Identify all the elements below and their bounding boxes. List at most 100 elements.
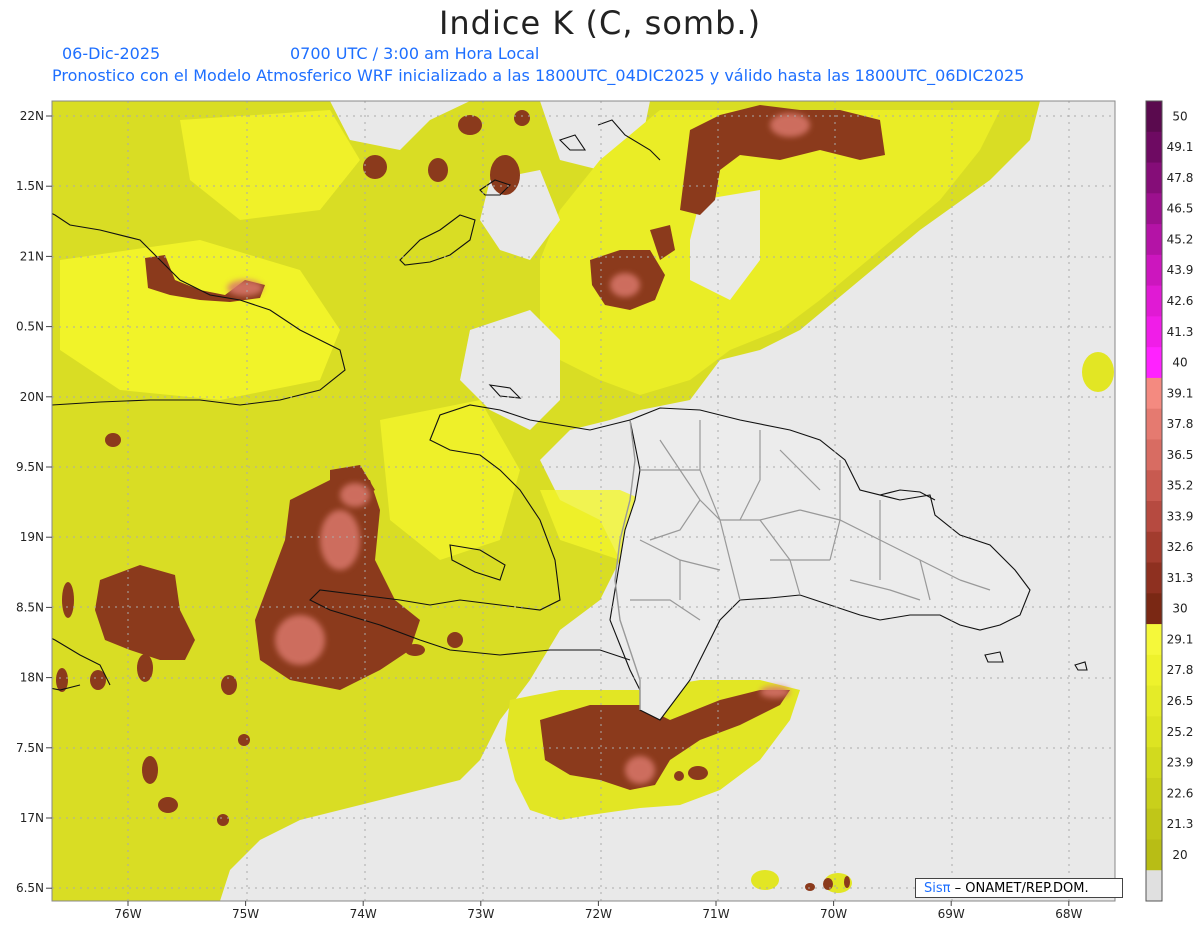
legend-label: 42.6 <box>1167 294 1194 308</box>
lon-label: 68W <box>1055 907 1082 921</box>
brown-spot-14 <box>238 734 250 746</box>
salmon-haiti-1 <box>320 510 360 570</box>
lon-label: 75W <box>232 907 259 921</box>
legend-label: 27.8 <box>1167 663 1194 677</box>
brown-spot-5 <box>514 110 530 126</box>
lat-label: 22N <box>20 109 44 123</box>
legend-swatch <box>1146 470 1162 502</box>
lat-label: 6.5N <box>16 881 44 895</box>
credit-brand: Sisπ <box>924 881 951 896</box>
lat-label: 18N <box>20 671 44 685</box>
brown-spot-16 <box>447 632 463 648</box>
brown-spot-18 <box>688 766 708 780</box>
legend-label: 23.9 <box>1167 756 1194 770</box>
brown-spot-2 <box>458 115 482 135</box>
brown-spot-15 <box>217 814 229 826</box>
legend-label: 26.5 <box>1167 694 1194 708</box>
legend-swatch <box>1146 531 1162 564</box>
legend-swatch <box>1146 870 1162 902</box>
legend-label: 35.2 <box>1167 479 1194 493</box>
lon-label: 71W <box>702 907 729 921</box>
legend-label: 50 <box>1172 109 1187 123</box>
legend-swatch <box>1146 716 1162 748</box>
yellow-spot-se-3 <box>1082 352 1114 392</box>
lat-label: 17N <box>20 811 44 825</box>
lon-label: 69W <box>938 907 965 921</box>
legend-swatch <box>1146 408 1162 440</box>
credit-text: – ONAMET/REP.DOM. <box>954 881 1089 896</box>
salmon-haiti-2 <box>275 615 325 665</box>
lat-label: 8.5N <box>16 600 44 614</box>
legend-swatch <box>1146 193 1162 225</box>
legend-swatch <box>1146 131 1162 164</box>
legend-label: 33.9 <box>1167 509 1194 523</box>
credit-box: Sisπ – ONAMET/REP.DOM. <box>915 878 1123 898</box>
salmon-ne-2 <box>610 273 640 297</box>
legend-label: 31.3 <box>1167 571 1194 585</box>
brown-spot-6 <box>105 433 121 447</box>
brown-spot-20 <box>805 883 815 891</box>
salmon-ne-1 <box>770 113 810 137</box>
legend-swatch <box>1146 224 1162 256</box>
legend-swatch <box>1146 162 1162 194</box>
brown-spot-19 <box>674 771 684 781</box>
color-legend: 50 49.1 47.8 46.5 45.2 43.9 42.6 41.3 40 39.1 37.8… <box>1145 100 1194 902</box>
yellow-spot-se-1 <box>751 870 779 890</box>
lon-label: 72W <box>585 907 612 921</box>
legend-label: 41.3 <box>1167 325 1194 339</box>
legend-swatch <box>1146 839 1162 871</box>
lat-label: 7.5N <box>16 741 44 755</box>
legend-label: 49.1 <box>1167 140 1194 154</box>
legend-swatch <box>1146 316 1162 348</box>
legend-swatch <box>1146 377 1162 410</box>
legend-label: 25.2 <box>1167 725 1194 739</box>
salmon-se-1 <box>625 756 655 784</box>
legend-label: 47.8 <box>1167 171 1194 185</box>
lon-label: 74W <box>350 907 377 921</box>
longitude-axis: 76W 75W 74W 73W 72W 71W 70W 69W 68W <box>114 901 1082 921</box>
lat-label: 9.5N <box>16 460 44 474</box>
lon-label: 70W <box>820 907 847 921</box>
legend-label: 45.2 <box>1167 232 1194 246</box>
latitude-axis: 22N 1.5N 21N 0.5N 20N 9.5N 19N 8.5N 18N 7.5N 17N 6.… <box>16 109 52 895</box>
legend-label: 20 <box>1172 848 1187 862</box>
lat-label: 0.5N <box>16 320 44 334</box>
brown-spot-12 <box>142 756 158 784</box>
legend-label: 40 <box>1172 356 1187 370</box>
k-index-map: 22N 1.5N 21N 0.5N 20N 9.5N 19N 8.5N 18N 7.5N 17N 6.… <box>16 100 1194 921</box>
legend-label: 32.6 <box>1167 540 1194 554</box>
brown-spot-3 <box>490 155 520 195</box>
legend-swatch <box>1146 654 1162 687</box>
lat-label: 19N <box>20 530 44 544</box>
legend-swatch <box>1146 624 1162 656</box>
legend-label: 30 <box>1172 602 1187 616</box>
lat-label: 20N <box>20 390 44 404</box>
legend-label: 43.9 <box>1167 263 1194 277</box>
legend-swatch <box>1146 101 1162 133</box>
legend-swatch <box>1146 777 1162 810</box>
lat-label: 21N <box>20 249 44 263</box>
legend-swatch <box>1146 347 1162 379</box>
legend-label: 37.8 <box>1167 417 1194 431</box>
salmon-cuba <box>227 280 263 296</box>
brown-spot-4 <box>428 158 448 182</box>
legend-swatch <box>1146 439 1162 471</box>
legend-label: 29.1 <box>1167 632 1194 646</box>
brown-spot-17 <box>405 644 425 656</box>
legend-label: 46.5 <box>1167 202 1194 216</box>
legend-swatch <box>1146 254 1162 287</box>
legend-swatch <box>1146 285 1162 317</box>
salmon-se-2 <box>760 686 790 698</box>
legend-swatch <box>1146 593 1162 625</box>
legend-swatch <box>1146 685 1162 717</box>
legend-label: 22.6 <box>1167 786 1194 800</box>
brown-spot-7 <box>62 582 74 618</box>
lat-label: 1.5N <box>16 179 44 193</box>
legend-label: 39.1 <box>1167 386 1194 400</box>
legend-swatch <box>1146 501 1162 533</box>
lon-label: 76W <box>114 907 141 921</box>
legend-swatch <box>1146 747 1162 779</box>
legend-swatch <box>1146 562 1162 594</box>
legend-label: 21.3 <box>1167 817 1194 831</box>
brown-spot-21 <box>823 878 833 890</box>
